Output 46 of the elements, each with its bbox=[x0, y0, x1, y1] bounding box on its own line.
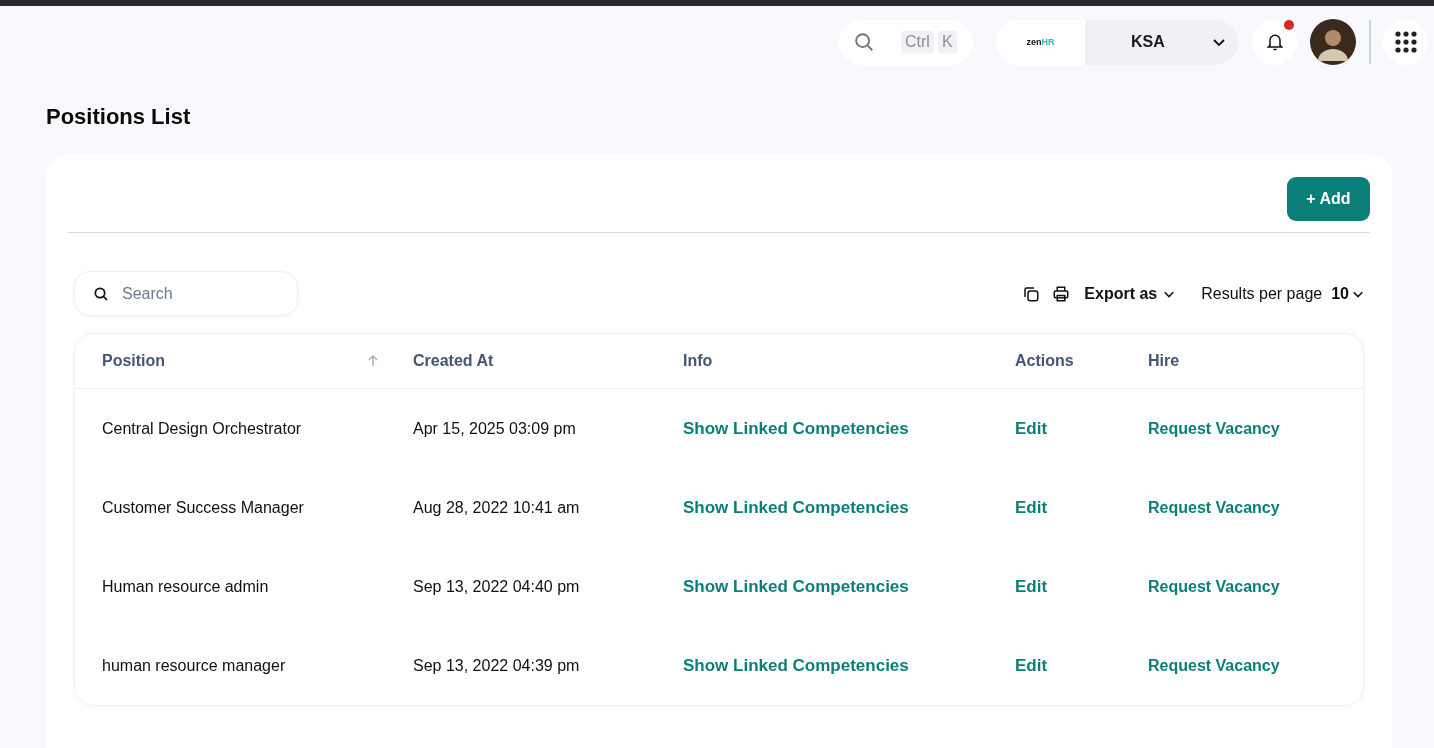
copy-button[interactable] bbox=[1022, 284, 1041, 303]
table-cell: Central Design Orchestrator bbox=[102, 419, 302, 438]
show-competencies-link[interactable]: Show Linked Competencies bbox=[683, 576, 909, 597]
table-cell: Apr 15, 2025 03:09 pm bbox=[413, 419, 576, 438]
column-header[interactable]: Info bbox=[683, 352, 713, 370]
printer-icon bbox=[1052, 284, 1071, 303]
edit-link[interactable]: Edit bbox=[1015, 418, 1048, 439]
edit-link[interactable]: Edit bbox=[1015, 497, 1048, 518]
column-header[interactable]: Actions bbox=[1015, 352, 1074, 370]
apps-menu-button[interactable] bbox=[1383, 19, 1428, 65]
table-cell: Human resource admin bbox=[102, 577, 269, 596]
keyboard-key: K bbox=[937, 31, 957, 53]
keyboard-key: Ctrl bbox=[901, 31, 934, 53]
bell-icon bbox=[1264, 32, 1285, 52]
request-vacancy-link[interactable]: Request Vacancy bbox=[1148, 498, 1280, 517]
table-cell: human resource manager bbox=[102, 656, 286, 675]
show-competencies-link[interactable]: Show Linked Competencies bbox=[683, 497, 909, 518]
edit-link[interactable]: Edit bbox=[1015, 655, 1048, 676]
add-button[interactable]: + Add bbox=[1287, 177, 1370, 221]
notifications-button[interactable] bbox=[1252, 19, 1297, 65]
column-header[interactable]: Created At bbox=[413, 352, 494, 370]
print-button[interactable] bbox=[1052, 284, 1071, 303]
results-per-page-dropdown[interactable]: 10 bbox=[1331, 284, 1364, 303]
grid-icon bbox=[1394, 31, 1417, 53]
table-cell: Aug 28, 2022 10:41 am bbox=[413, 498, 580, 517]
global-search-button[interactable]: Ctrl K bbox=[839, 19, 973, 65]
request-vacancy-link[interactable]: Request Vacancy bbox=[1148, 577, 1280, 596]
show-competencies-link[interactable]: Show Linked Competencies bbox=[683, 655, 909, 676]
table-cell: Customer Success Manager bbox=[102, 498, 304, 517]
logo: zenHR bbox=[1026, 37, 1055, 47]
page-title: Positions List bbox=[46, 104, 192, 130]
request-vacancy-link[interactable]: Request Vacancy bbox=[1148, 419, 1280, 438]
results-per-page-label: Results per page bbox=[1201, 284, 1323, 303]
country-dropdown[interactable]: KSA bbox=[1085, 19, 1238, 65]
export-dropdown[interactable]: Export as bbox=[1084, 284, 1176, 303]
avatar[interactable] bbox=[1310, 19, 1356, 65]
show-competencies-link[interactable]: Show Linked Competencies bbox=[683, 418, 909, 439]
table-cell: Sep 13, 2022 04:39 pm bbox=[413, 656, 580, 675]
table-cell: Sep 13, 2022 04:40 pm bbox=[413, 577, 580, 596]
copy-icon bbox=[1022, 284, 1041, 303]
edit-link[interactable]: Edit bbox=[1015, 576, 1048, 597]
search-icon bbox=[853, 31, 875, 53]
search-field[interactable]: Search bbox=[74, 271, 298, 316]
column-header[interactable]: Position bbox=[102, 352, 166, 370]
request-vacancy-link[interactable]: Request Vacancy bbox=[1148, 656, 1280, 675]
column-header[interactable]: Hire bbox=[1148, 352, 1180, 370]
